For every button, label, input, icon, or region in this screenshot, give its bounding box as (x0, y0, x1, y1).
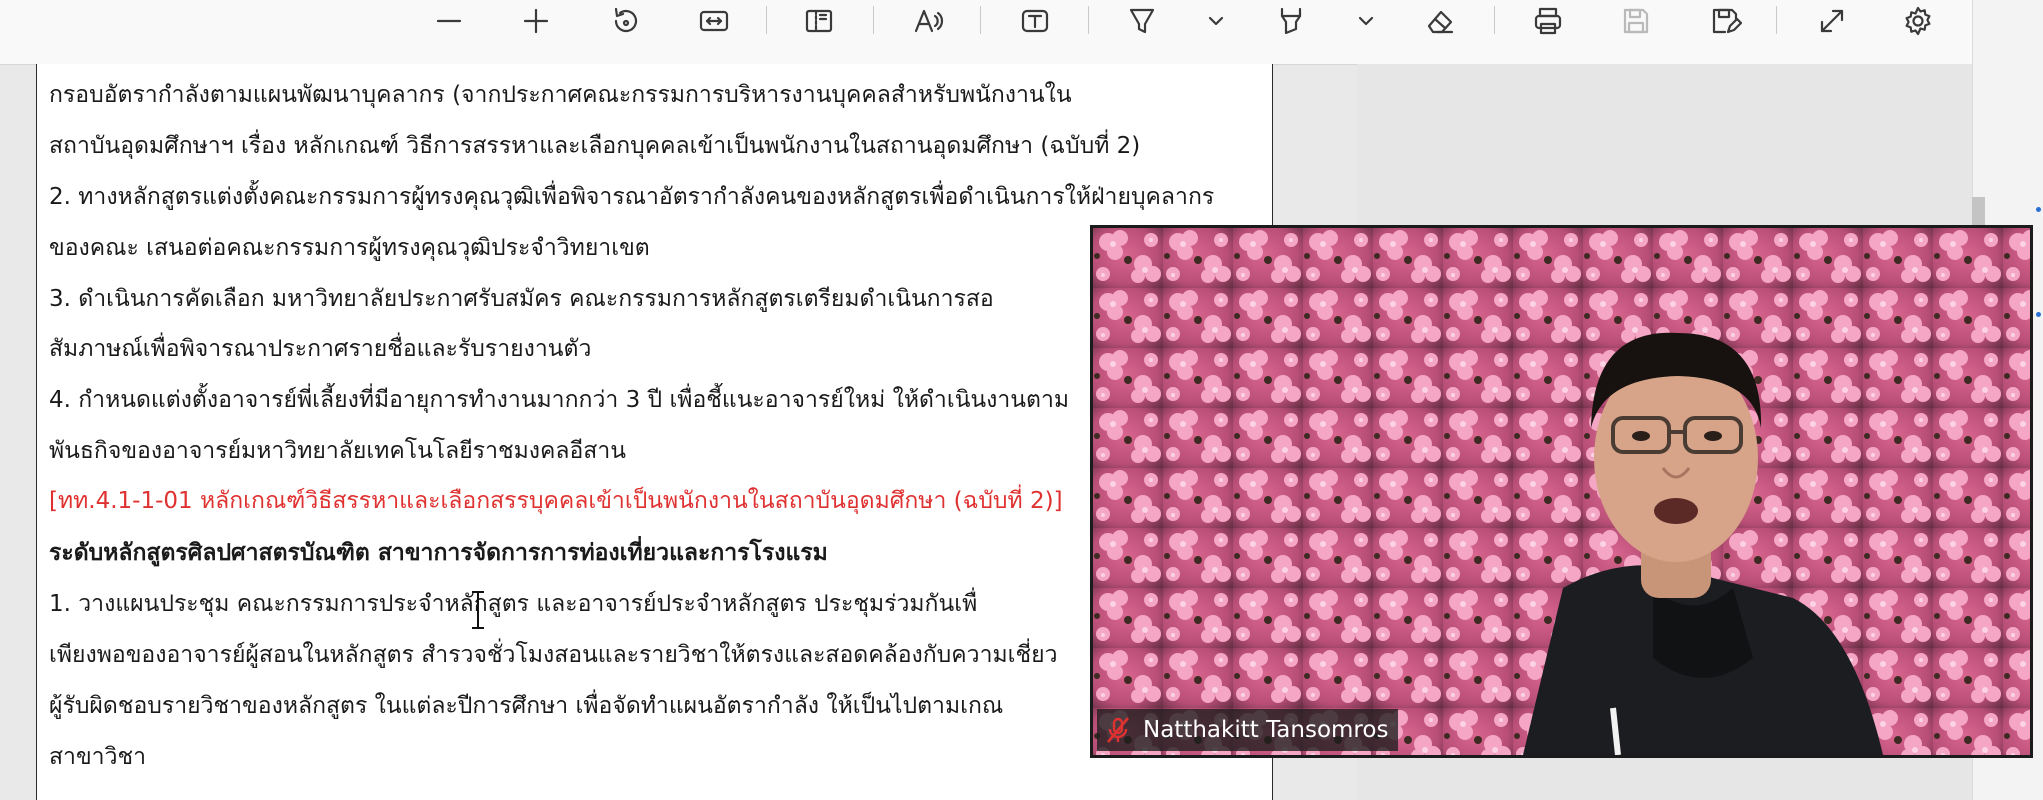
read-aloud-button[interactable] (902, 2, 954, 40)
gear-icon (1905, 6, 1931, 36)
participant-name-tag: Natthakitt Tansomros (1097, 709, 1399, 751)
draw-button[interactable] (1116, 2, 1168, 40)
chevron-down-icon (1358, 16, 1374, 26)
highlight-options-dropdown[interactable] (1340, 2, 1392, 40)
highlighter-icon (1280, 7, 1302, 35)
toolbar-divider (980, 6, 981, 34)
text-cursor-icon (470, 589, 486, 631)
rotate-button[interactable] (600, 2, 652, 40)
document-line: สถาบันอุดมศึกษาฯ เรื่อง หลักเกณฑ์ วิธีกา… (49, 133, 1141, 159)
participant-name: Natthakitt Tansomros (1143, 717, 1389, 743)
fit-width-button[interactable] (688, 2, 740, 40)
document-line: สาขาวิชา (49, 744, 147, 770)
rotate-icon (614, 7, 638, 33)
document-line: 4. กำหนดแต่งตั้งอาจารย์พี่เลี้ยงที่มีอาย… (49, 387, 1070, 413)
document-line: 1. วางแผนประชุม คณะกรรมการประจำหลักสูตร … (49, 591, 978, 617)
video-call-tile[interactable]: Natthakitt Tansomros (1090, 225, 2033, 758)
section-heading: ระดับหลักสูตรศิลปศาสตรบัณฑิต สาขาการจัดก… (49, 540, 828, 566)
toolbar-divider (873, 6, 874, 34)
draw-options-dropdown[interactable] (1190, 2, 1242, 40)
erase-button[interactable] (1414, 2, 1466, 40)
settings-button[interactable] (1892, 2, 1944, 40)
document-line: 2. ทางหลักสูตรแต่งตั้งคณะกรรมการผู้ทรงคุ… (49, 184, 1215, 210)
pen-icon (1129, 8, 1155, 34)
text-box-button[interactable] (1009, 2, 1061, 40)
document-line: เพียงพอของอาจารย์ผู้สอนในหลักสูตร สำรวจช… (49, 642, 1058, 668)
fullscreen-button[interactable] (1806, 2, 1858, 40)
pdf-toolbar (0, 0, 1972, 65)
side-indicator-dot (2036, 207, 2041, 212)
toolbar-divider (1776, 6, 1777, 34)
printer-icon (1534, 7, 1562, 35)
document-line: ผู้รับผิดชอบรายวิชาของหลักสูตร ในแต่ละปี… (49, 693, 1004, 719)
plus-icon (523, 8, 549, 34)
document-page: กรอบอัตรากำลังตามแผนพัฒนาบุคลากร (จากประ… (36, 64, 1273, 800)
save-as-button[interactable] (1699, 2, 1751, 40)
page-view-icon (805, 9, 833, 33)
mic-muted-icon (1107, 717, 1129, 743)
fit-width-icon (699, 10, 729, 32)
zoom-out-button[interactable] (423, 2, 475, 40)
read-aloud-icon (914, 9, 944, 33)
zoom-in-button[interactable] (510, 2, 562, 40)
save-as-icon (1712, 8, 1742, 34)
page-view-button[interactable] (793, 2, 845, 40)
document-line: พันธกิจของอาจารย์มหาวิทยาลัยเทคโนโลยีราช… (49, 438, 626, 464)
text-box-icon (1021, 9, 1049, 33)
document-line: ของคณะ เสนอต่อคณะกรรมการผู้ทรงคุณวุฒิประ… (49, 235, 650, 261)
document-line: 3. ดำเนินการคัดเลือก มหาวิทยาลัยประกาศรั… (49, 286, 994, 312)
save-button[interactable] (1610, 2, 1662, 40)
print-button[interactable] (1522, 2, 1574, 40)
participant-video-feed (1093, 228, 2030, 755)
toolbar-divider (1494, 6, 1495, 34)
chevron-down-icon (1208, 16, 1224, 26)
toolbar-divider (1088, 6, 1089, 34)
expand-icon (1820, 9, 1844, 33)
toolbar-divider (766, 6, 767, 34)
side-indicator-dot (2036, 312, 2041, 317)
eraser-icon (1427, 10, 1454, 34)
document-line: กรอบอัตรากำลังตามแผนพัฒนาบุคลากร (จากประ… (49, 82, 1072, 108)
minus-icon (436, 19, 462, 23)
highlight-button[interactable] (1265, 2, 1317, 40)
save-icon (1623, 8, 1649, 34)
document-line: สัมภาษณ์เพื่อพิจารณาประกาศรายชื่อและรับร… (49, 336, 592, 362)
reference-citation: [ทท.4.1-1-01 หลักเกณฑ์วิธีสรรหาและเลือกส… (49, 488, 1063, 514)
